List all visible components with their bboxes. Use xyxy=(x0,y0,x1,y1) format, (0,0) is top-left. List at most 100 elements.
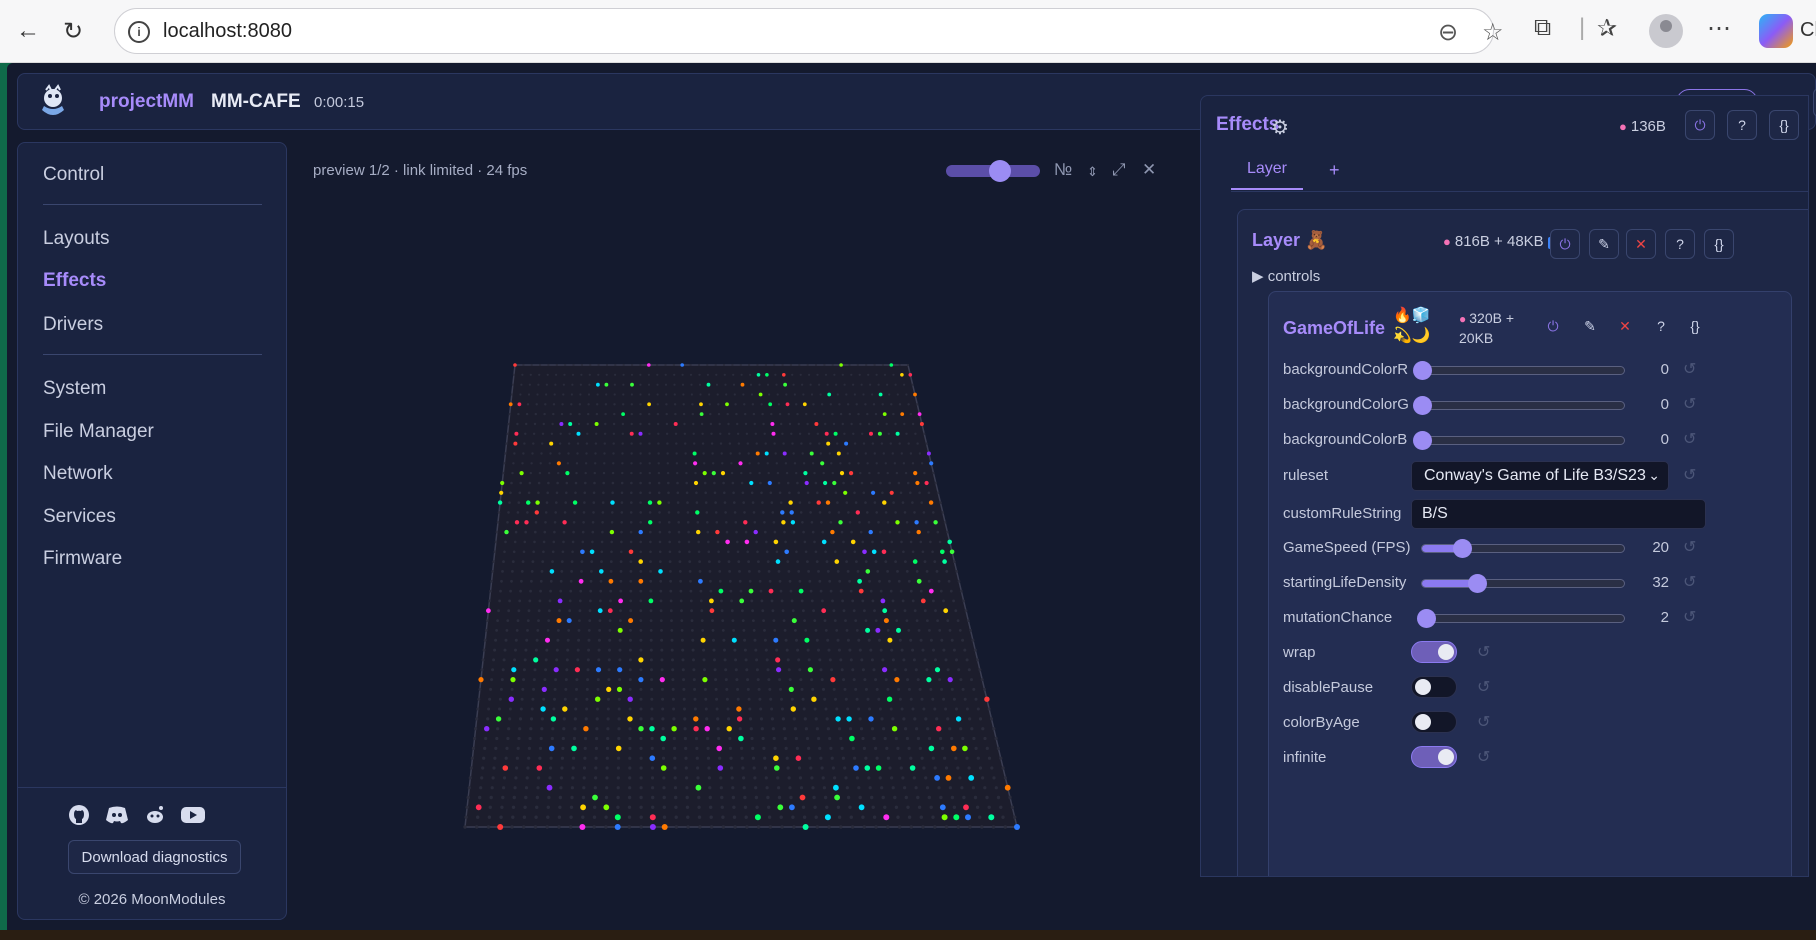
disable-pause-toggle[interactable] xyxy=(1411,676,1457,698)
sidebar-item-firmware[interactable]: Firmware xyxy=(43,548,122,570)
github-icon[interactable] xyxy=(66,803,92,827)
add-tab-button[interactable]: + xyxy=(1329,160,1340,181)
sidebar-item-system[interactable]: System xyxy=(43,378,106,400)
reset-icon[interactable]: ↺ xyxy=(1683,607,1696,627)
led-pixel xyxy=(721,815,725,819)
json-button[interactable]: {} xyxy=(1769,110,1799,140)
led-pixel xyxy=(658,540,662,544)
sort-icon[interactable]: ⇕ xyxy=(1087,164,1098,180)
numbers-toggle[interactable]: № xyxy=(1054,160,1072,180)
reset-icon[interactable]: ↺ xyxy=(1683,465,1696,485)
favorites-icon[interactable]: ✰ xyxy=(1597,14,1617,43)
backgroundcolorb-slider[interactable] xyxy=(1413,431,1625,450)
reset-icon[interactable]: ↺ xyxy=(1683,572,1696,592)
led-pixel xyxy=(914,786,918,790)
led-pixel xyxy=(835,629,839,632)
reset-icon[interactable]: ↺ xyxy=(1683,429,1696,449)
backgroundcolorg-slider[interactable] xyxy=(1413,396,1625,415)
layer-help-button[interactable]: ? xyxy=(1665,229,1695,259)
reset-icon[interactable]: ↺ xyxy=(1683,537,1696,557)
gamespeed-slider[interactable] xyxy=(1421,539,1625,558)
reset-icon[interactable]: ↺ xyxy=(1477,712,1490,732)
led-pixel xyxy=(794,736,798,741)
led-pixel xyxy=(573,511,576,514)
copilot-label[interactable]: Cl xyxy=(1800,19,1816,42)
slider-thumb[interactable] xyxy=(1417,609,1437,628)
discord-icon[interactable] xyxy=(104,803,130,827)
sidebar-item-effects[interactable]: Effects xyxy=(43,270,106,292)
sidebar-item-network[interactable]: Network xyxy=(43,463,113,485)
effect-delete-button[interactable]: ✕ xyxy=(1610,311,1640,341)
more-menu-icon[interactable]: ⋯ xyxy=(1707,14,1731,43)
ruleset-select[interactable]: Conway's Game of Life B3/S23 ⌄ xyxy=(1411,461,1669,491)
url-text[interactable]: localhost:8080 xyxy=(163,20,292,43)
slider-thumb[interactable] xyxy=(1413,361,1432,380)
led-pixel xyxy=(900,412,905,416)
custom-rule-input[interactable]: B/S xyxy=(1411,499,1706,529)
layer-delete-button[interactable]: ✕ xyxy=(1626,229,1656,259)
profile-avatar[interactable] xyxy=(1649,14,1683,48)
layer-power-button[interactable]: ⏻ xyxy=(1550,229,1580,259)
led-pixel xyxy=(494,746,498,750)
slider-thumb[interactable] xyxy=(1453,539,1473,558)
color-by-age-toggle[interactable] xyxy=(1411,711,1457,733)
led-pixel xyxy=(686,511,690,514)
help-button[interactable]: ? xyxy=(1727,110,1757,140)
sidebar-item-services[interactable]: Services xyxy=(43,506,116,528)
effect-power-button[interactable]: ⏻ xyxy=(1538,311,1568,341)
controls-toggle[interactable]: ▶ controls xyxy=(1252,267,1320,285)
address-bar[interactable]: i localhost:8080 ⊖ ☆ xyxy=(114,8,1504,54)
sidebar-item-file-manager[interactable]: File Manager xyxy=(43,421,154,443)
effect-help-button[interactable]: ? xyxy=(1646,311,1676,341)
sidebar-item-layouts[interactable]: Layouts xyxy=(43,228,110,250)
zoom-icon[interactable]: ⊖ xyxy=(1438,18,1458,47)
led-pixel xyxy=(469,766,473,770)
reload-icon[interactable]: ↻ xyxy=(57,15,89,47)
back-arrow-icon[interactable]: ← xyxy=(12,15,44,47)
power-button[interactable]: ⏻ xyxy=(1685,110,1715,140)
preview-size-slider[interactable] xyxy=(946,160,1040,182)
wrap-toggle[interactable] xyxy=(1411,641,1457,663)
favorite-star-icon[interactable]: ☆ xyxy=(1482,18,1504,47)
led-pixel xyxy=(934,609,937,613)
led-pixel xyxy=(740,481,744,485)
site-info-icon[interactable]: i xyxy=(128,21,150,43)
led-pixel xyxy=(806,560,809,563)
infinite-toggle[interactable] xyxy=(1411,746,1457,768)
led-pixel xyxy=(763,521,766,524)
reddit-icon[interactable] xyxy=(142,803,168,827)
reset-icon[interactable]: ↺ xyxy=(1477,747,1490,767)
led-pixel xyxy=(519,393,522,396)
brand-name[interactable]: projectMM xyxy=(99,91,194,113)
led-pixel xyxy=(789,510,794,515)
layer-edit-button[interactable]: ✎ xyxy=(1589,229,1619,259)
led-preview-canvas[interactable] xyxy=(460,362,1022,830)
copilot-icon[interactable] xyxy=(1759,14,1793,48)
starting-life-density-slider[interactable] xyxy=(1421,574,1625,593)
effect-edit-button[interactable]: ✎ xyxy=(1575,311,1605,341)
backgroundcolorr-slider[interactable] xyxy=(1413,361,1625,380)
led-pixel xyxy=(639,481,642,485)
reset-icon[interactable]: ↺ xyxy=(1683,394,1696,414)
mutation-chance-slider[interactable] xyxy=(1417,609,1625,628)
close-preview-icon[interactable]: ✕ xyxy=(1142,160,1156,180)
fullscreen-icon[interactable]: ⤢ xyxy=(1112,160,1126,180)
slider-thumb[interactable] xyxy=(1467,574,1487,593)
download-diagnostics-button[interactable]: Download diagnostics xyxy=(68,840,241,874)
slider-thumb[interactable] xyxy=(1413,431,1432,450)
led-pixel xyxy=(866,462,869,465)
sidebar-item-control[interactable]: Control xyxy=(43,164,104,186)
extensions-icon[interactable]: ⧉ xyxy=(1534,14,1551,42)
slider-thumb[interactable] xyxy=(1413,396,1432,415)
youtube-icon[interactable] xyxy=(180,803,206,827)
sidebar-item-drivers[interactable]: Drivers xyxy=(43,314,103,336)
led-pixel xyxy=(717,403,720,406)
effect-json-button[interactable]: {} xyxy=(1680,311,1710,341)
reset-icon[interactable]: ↺ xyxy=(1683,359,1696,379)
gear-icon[interactable]: ⚙ xyxy=(1271,115,1289,140)
reset-icon[interactable]: ↺ xyxy=(1477,677,1490,697)
reset-icon[interactable]: ↺ xyxy=(1477,642,1490,662)
tab-layer[interactable]: Layer xyxy=(1231,160,1303,190)
layer-json-button[interactable]: {} xyxy=(1704,229,1734,259)
led-pixel xyxy=(683,432,687,435)
